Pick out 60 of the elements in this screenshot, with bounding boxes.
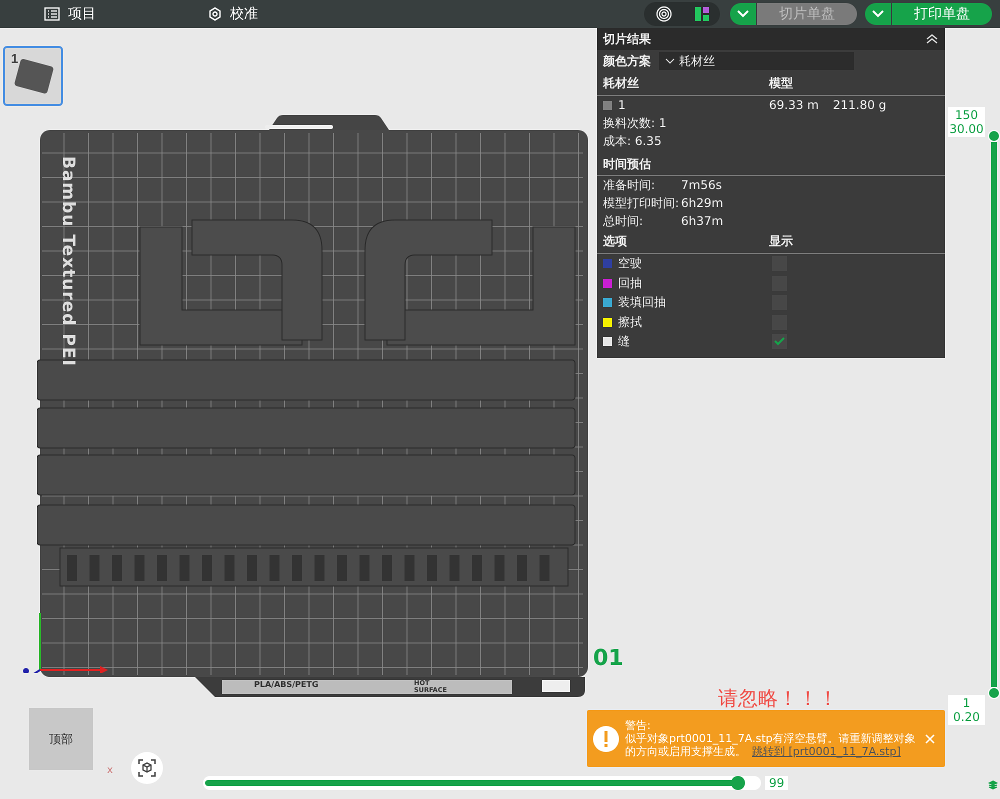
slider-handle[interactable] bbox=[988, 687, 1000, 699]
axis-label: x bbox=[107, 765, 113, 776]
column-header: 显示 bbox=[769, 233, 794, 250]
move-slider-value: 99 bbox=[765, 776, 788, 790]
gear-icon bbox=[208, 7, 222, 21]
time-value: 6h29m bbox=[681, 195, 724, 211]
change-count: 换料次数: 1 bbox=[602, 115, 668, 132]
plate-material-text: PLA/ABS/PETG bbox=[254, 680, 318, 689]
option-label: 回抽 bbox=[618, 274, 642, 292]
plate-number: 01 bbox=[593, 646, 624, 671]
filament-length: 69.33 m bbox=[769, 97, 819, 113]
cube-icon bbox=[138, 759, 156, 777]
display-checkbox[interactable] bbox=[772, 334, 787, 350]
caret-icon bbox=[737, 10, 749, 18]
scheme-dropdown[interactable]: 耗材丝 bbox=[659, 52, 854, 70]
time-label: 总时间: bbox=[603, 213, 644, 229]
time-label: 准备时间: bbox=[603, 177, 656, 193]
top-layer-label: 150 30.00 bbox=[948, 107, 985, 137]
view-cube[interactable]: 顶部 bbox=[29, 708, 93, 770]
scheme-label: 颜色方案 bbox=[603, 52, 651, 70]
layer-slider-track[interactable] bbox=[991, 142, 997, 687]
overlay-note: 请忽略！！！ bbox=[718, 688, 838, 709]
filament-weight: 211.80 g bbox=[832, 97, 886, 113]
time-label: 模型打印时间: bbox=[603, 195, 680, 211]
plate-brand-text: Bambu Textured PEI bbox=[58, 156, 78, 367]
option-label: 擦拭 bbox=[618, 314, 642, 331]
cost-text: 成本: 6.35 bbox=[602, 133, 663, 150]
slice-dropdown[interactable] bbox=[730, 3, 756, 25]
close-icon bbox=[925, 734, 935, 744]
collapse-icon[interactable] bbox=[925, 33, 939, 45]
warning-icon bbox=[593, 726, 619, 752]
panel-title: 切片结果 bbox=[603, 30, 651, 48]
plate-thumbnail[interactable]: 1 bbox=[3, 46, 63, 106]
print-dropdown[interactable] bbox=[865, 3, 891, 25]
column-header: 模型 bbox=[769, 75, 794, 92]
column-header: 选项 bbox=[603, 233, 628, 250]
spiral-icon bbox=[656, 6, 672, 22]
option-label: 缝 bbox=[618, 333, 630, 350]
filament-name: 1 bbox=[618, 97, 626, 113]
slider-handle[interactable] bbox=[731, 776, 745, 790]
move-slider-track[interactable] bbox=[203, 776, 761, 790]
caret-icon bbox=[872, 10, 884, 18]
section-title: 时间预估 bbox=[602, 156, 652, 173]
layout-icon bbox=[694, 7, 708, 21]
time-value: 7m56s bbox=[681, 177, 723, 193]
toolbar-tab[interactable]: 校准 bbox=[198, 5, 268, 23]
option-label: 空驶 bbox=[618, 255, 642, 272]
view-toggle[interactable] bbox=[644, 2, 720, 26]
warning-message: 似乎对象prt0001_11_7A.stp有浮空悬臂。请重新调整对象的方向或启用支撑生成。 跳转到 [prt0001_11_7A.stp] bbox=[625, 732, 917, 758]
toolbar-tab[interactable]: 项目 bbox=[34, 5, 106, 23]
slider-handle[interactable] bbox=[988, 130, 1000, 142]
bottom-layer-label: 1 0.20 bbox=[948, 695, 985, 725]
layers-icon[interactable] bbox=[988, 780, 998, 790]
fit-view-button[interactable] bbox=[131, 752, 163, 784]
column-header: 耗材丝 bbox=[603, 75, 640, 92]
warning-title: 警告: bbox=[625, 719, 652, 732]
time-value: 6h37m bbox=[681, 213, 724, 229]
caret-icon bbox=[665, 58, 675, 64]
list-icon bbox=[44, 7, 60, 21]
option-label: 装填回抽 bbox=[618, 294, 666, 312]
